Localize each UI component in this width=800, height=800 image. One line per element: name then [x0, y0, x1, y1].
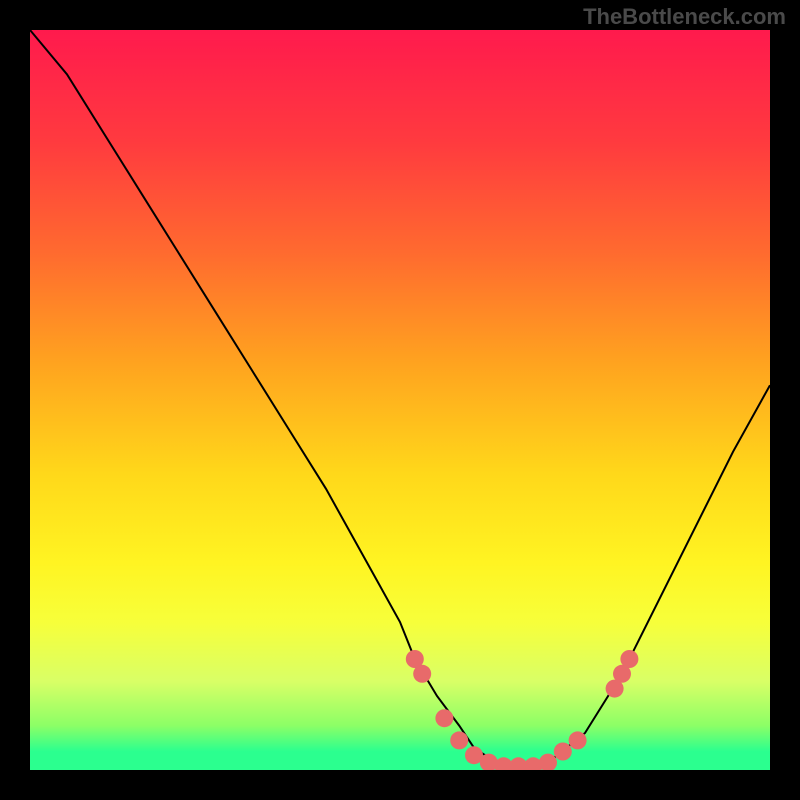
watermark-text: TheBottleneck.com [583, 4, 786, 30]
chart-green-floor [30, 752, 770, 771]
data-marker [435, 709, 453, 727]
chart-background-gradient [30, 30, 770, 770]
chart-svg [30, 30, 770, 770]
data-marker [554, 743, 572, 761]
data-marker [620, 650, 638, 668]
chart-plot-area [30, 30, 770, 770]
data-marker [569, 731, 587, 749]
data-marker [413, 665, 431, 683]
data-marker [450, 731, 468, 749]
